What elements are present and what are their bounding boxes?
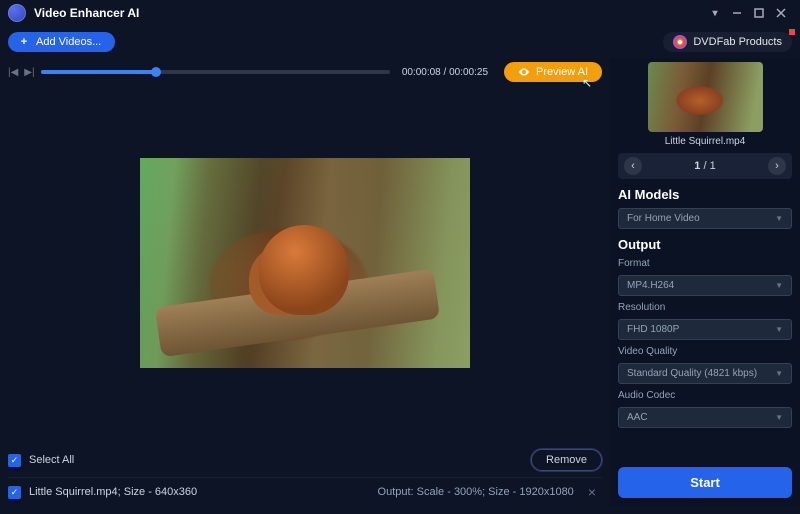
window-minimize-icon[interactable] [726,4,748,22]
window-tray-icon[interactable]: ▾ [704,4,726,22]
output-heading: Output [618,237,792,252]
format-label: Format [618,258,792,269]
thumbnail-name: Little Squirrel.mp4 [665,136,746,147]
audio-codec-label: Audio Codec [618,390,792,401]
seek-thumb-icon[interactable] [151,67,161,77]
chevron-down-icon: ▼ [775,369,783,378]
seek-slider[interactable] [41,70,390,74]
topbar: + Add Videos... DVDFab Products [0,26,800,58]
add-videos-label: Add Videos... [36,36,101,48]
list-header: ✓ Select All Remove [8,443,602,477]
file-list: ✓ Select All Remove ✓ Little Squirrel.mp… [8,439,602,506]
time-display: 00:00:08 / 00:00:25 [402,67,488,78]
eye-icon [518,66,530,78]
thumbnail[interactable] [648,62,763,132]
prev-frame-icon[interactable]: |◀ [8,67,18,78]
pager-prev-icon[interactable]: ‹ [624,157,642,175]
pager-count: 1 / 1 [642,160,768,172]
window-close-icon[interactable] [770,4,792,22]
audio-codec-select[interactable]: AAC▼ [618,407,792,428]
resolution-select[interactable]: FHD 1080P▼ [618,319,792,340]
chevron-down-icon: ▼ [775,281,783,290]
select-all-checkbox[interactable]: ✓ [8,454,21,467]
titlebar: Video Enhancer AI ▾ [0,0,800,26]
select-all-label: Select All [29,454,74,466]
dvdfab-icon [673,35,687,49]
chevron-down-icon: ▼ [775,214,783,223]
table-row[interactable]: ✓ Little Squirrel.mp4; Size - 640x360 Ou… [8,477,602,506]
sidebar: Little Squirrel.mp4 ‹ 1 / 1 › AI Models … [610,58,800,506]
ai-models-heading: AI Models [618,187,792,202]
add-videos-button[interactable]: + Add Videos... [8,32,115,52]
preview-ai-label: Preview AI [536,66,588,78]
dvdfab-products-button[interactable]: DVDFab Products [663,32,792,52]
app-title: Video Enhancer AI [34,6,704,20]
pager-next-icon[interactable]: › [768,157,786,175]
preview-ai-button[interactable]: Preview AI ↖ [504,62,602,82]
next-frame-icon[interactable]: ▶| [24,67,34,78]
preview-area [8,86,602,439]
format-select[interactable]: MP4.H264▼ [618,275,792,296]
mouse-cursor-icon: ↖ [582,76,592,90]
app-logo-icon [8,4,26,22]
video-quality-select[interactable]: Standard Quality (4821 kbps)▼ [618,363,792,384]
ai-model-select[interactable]: For Home Video▼ [618,208,792,229]
pager: ‹ 1 / 1 › [618,153,792,179]
row-checkbox[interactable]: ✓ [8,486,21,499]
dvdfab-label: DVDFab Products [693,36,782,48]
plus-icon: + [18,36,30,48]
window-maximize-icon[interactable] [748,4,770,22]
remove-button[interactable]: Remove [531,449,602,471]
seek-fill [41,70,156,74]
row-file: Little Squirrel.mp4; Size - 640x360 [29,486,370,498]
video-quality-label: Video Quality [618,346,792,357]
thumbnail-area: Little Squirrel.mp4 [618,62,792,147]
notification-badge-icon [789,29,795,35]
player-bar: |◀ ▶| 00:00:08 / 00:00:25 Preview AI ↖ [8,58,602,86]
row-output: Output: Scale - 300%; Size - 1920x1080 [378,486,574,498]
start-button[interactable]: Start [618,467,792,498]
video-preview [140,158,470,368]
chevron-down-icon: ▼ [775,413,783,422]
chevron-down-icon: ▼ [775,325,783,334]
resolution-label: Resolution [618,302,792,313]
row-remove-icon[interactable]: × [582,484,602,500]
